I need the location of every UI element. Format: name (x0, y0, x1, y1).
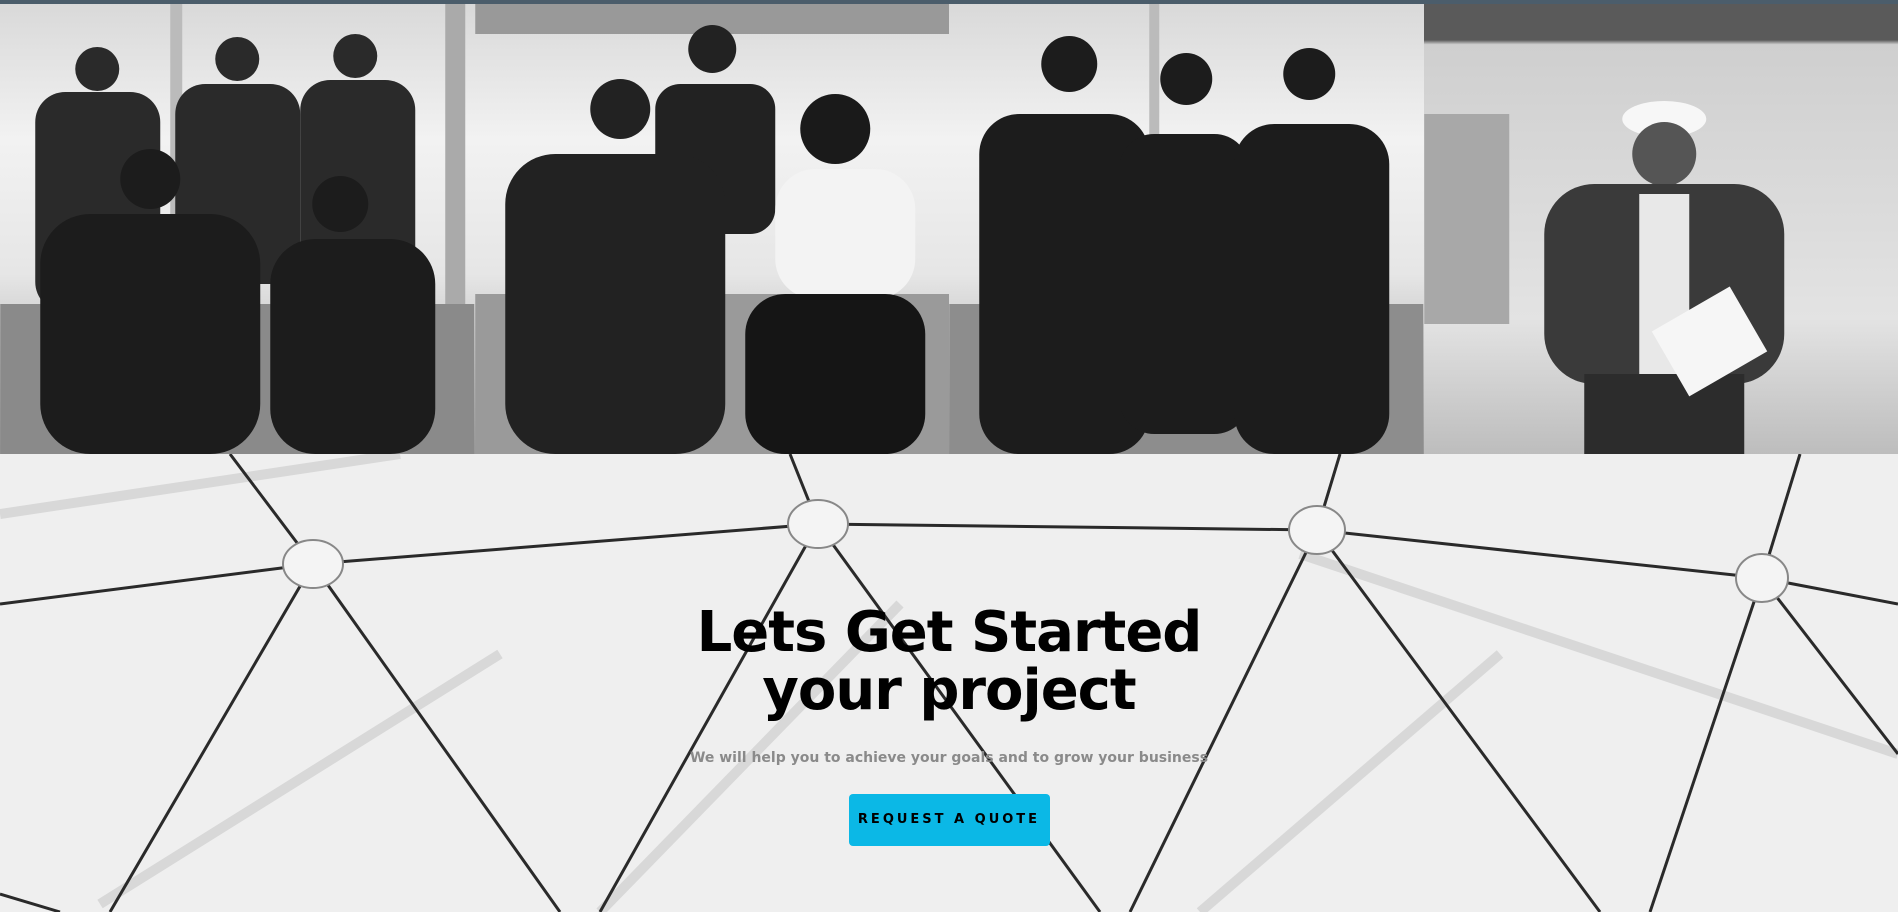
people-group-icon (0, 4, 475, 454)
cta-subtitle: We will help you to achieve your goals a… (689, 750, 1209, 766)
people-group-icon (949, 4, 1424, 454)
cta-title-line1: Lets Get Started (696, 600, 1203, 665)
construction-worker-icon (1423, 101, 1784, 454)
team-photo-strip (0, 4, 1898, 454)
request-quote-button[interactable]: REQUEST A QUOTE (848, 794, 1050, 846)
cta-title-line2: your project (762, 658, 1136, 723)
cta-title: Lets Get Started your project (0, 604, 1898, 720)
cta-section: Lets Get Started your project We will hel… (0, 454, 1898, 912)
team-photo-1 (0, 4, 475, 454)
people-group-icon (474, 4, 949, 454)
team-photo-4 (1423, 4, 1898, 454)
team-photo-3 (949, 4, 1424, 454)
team-photo-2 (474, 4, 949, 454)
